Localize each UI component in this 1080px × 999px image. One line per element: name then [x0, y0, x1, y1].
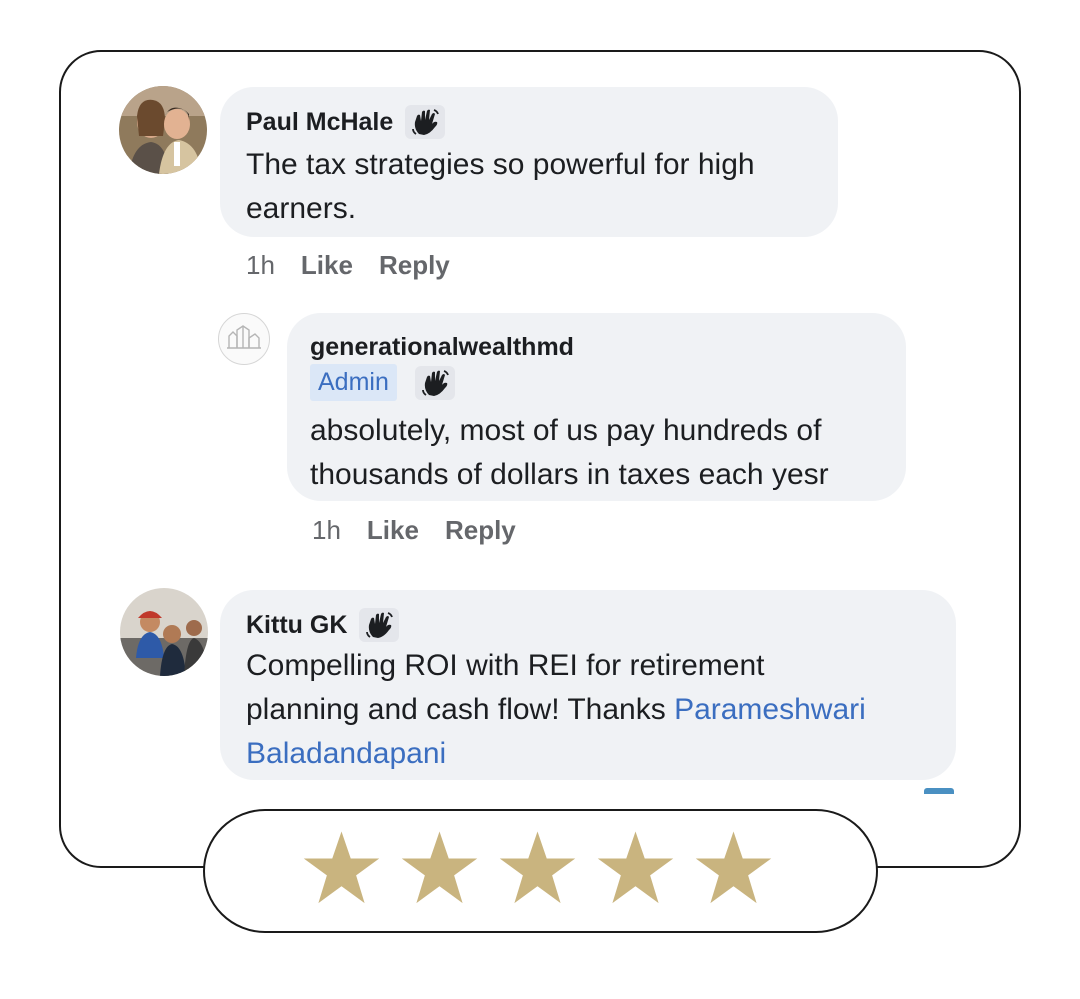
avatar-paul-mchale[interactable] — [119, 86, 207, 174]
star-icon — [499, 831, 576, 904]
author-name[interactable]: generationalwealthmd — [310, 333, 574, 362]
star-icon — [401, 831, 478, 904]
comment-author[interactable]: Paul McHale — [246, 105, 446, 139]
author-name[interactable]: Paul McHale — [246, 108, 393, 137]
reply-actions: 1h Like Reply — [312, 515, 516, 546]
reply-badges: Admin — [310, 364, 455, 401]
comment-time[interactable]: 1h — [312, 515, 341, 546]
mention-link[interactable]: Baladandapani — [246, 732, 866, 776]
comment-text-line: earners. — [246, 192, 357, 225]
comment-actions: 1h Like Reply — [246, 250, 450, 281]
comment-bubble: Paul McHale The tax strategies so powerf… — [220, 87, 838, 237]
comment-text-line: Compelling ROI with REI for retirement — [246, 649, 765, 682]
comment-author[interactable]: Kittu GK — [246, 608, 400, 642]
comment-text-line: absolutely, most of us pay hundreds of — [310, 414, 822, 447]
comment-text-line: planning and cash flow! Thanks Parameshw… — [246, 688, 866, 732]
comment-text: Compelling ROI with REI for retirement p… — [246, 644, 866, 776]
avatar-generationalwealthmd[interactable] — [218, 313, 270, 365]
admin-badge: Admin — [310, 364, 397, 401]
comment-text: The tax strategies so powerful for high … — [246, 143, 755, 231]
mention-link[interactable]: Parameshwari — [674, 693, 866, 726]
reply-author[interactable]: generationalwealthmd — [310, 333, 574, 362]
waving-hand-icon — [405, 105, 446, 139]
comment-bubble: Kittu GK Compelling ROI with REI for ret… — [220, 590, 956, 780]
reply-bubble: generationalwealthmd Admin absolutely, m… — [287, 313, 906, 501]
scroll-indicator — [924, 788, 954, 794]
star-rating — [303, 830, 772, 907]
comment-text-segment: planning and cash flow! Thanks — [246, 693, 675, 726]
star-icon — [695, 831, 772, 904]
like-button[interactable]: Like — [367, 515, 419, 546]
reply-button[interactable]: Reply — [445, 515, 516, 546]
avatar-kittu-gk[interactable] — [120, 588, 208, 676]
author-name[interactable]: Kittu GK — [246, 611, 347, 640]
star-icon — [303, 831, 380, 904]
comment-time[interactable]: 1h — [246, 250, 275, 281]
reply-button[interactable]: Reply — [379, 250, 450, 281]
star-icon — [597, 831, 674, 904]
comment-text-line: The tax strategies so powerful for high — [246, 148, 755, 181]
waving-hand-icon — [414, 365, 455, 400]
reply-text: absolutely, most of us pay hundreds of t… — [310, 409, 829, 497]
comment-text-line: thousands of dollars in taxes each yesr — [310, 458, 829, 491]
waving-hand-icon — [359, 608, 400, 642]
like-button[interactable]: Like — [301, 250, 353, 281]
